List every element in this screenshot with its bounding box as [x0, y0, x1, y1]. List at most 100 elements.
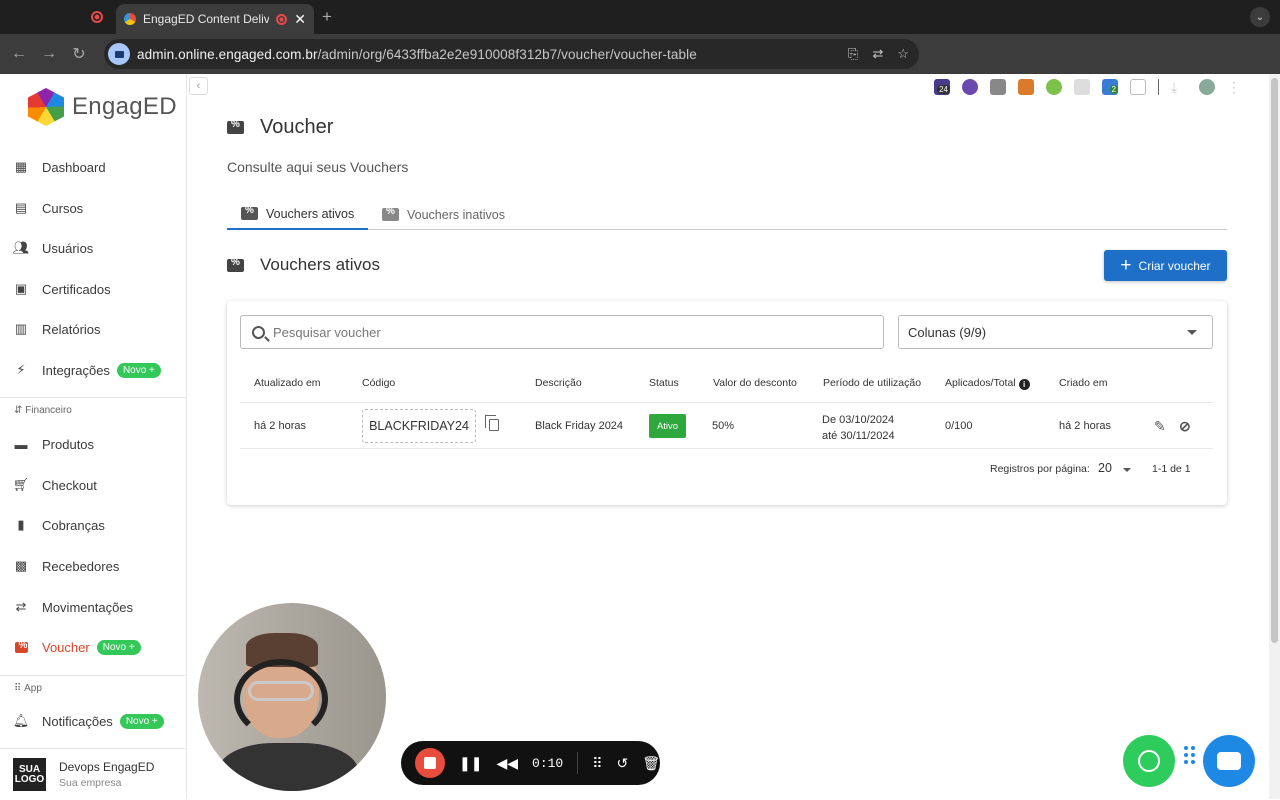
search-field[interactable] [240, 315, 884, 349]
record-icon [91, 11, 103, 23]
page-scrollbar[interactable] [1269, 74, 1280, 799]
voucher-icon [382, 206, 399, 221]
new-tab-button[interactable]: + [322, 7, 332, 27]
cell-created: há 2 horas [1059, 420, 1111, 432]
sidebar-item-checkout[interactable]: 🛒︎ Checkout [0, 465, 186, 505]
sidebar-item-integracoes[interactable]: ⚡︎ Integrações Novo + [0, 350, 186, 390]
tab-vouchers-ativos[interactable]: Vouchers ativos [227, 199, 369, 230]
info-icon[interactable]: i [1018, 379, 1030, 390]
page-title: Voucher [227, 116, 333, 139]
sidebar-item-movimentacoes[interactable]: ⇄ Movimentações [0, 587, 186, 627]
report-icon: ▥ [14, 321, 28, 336]
plus-icon: + [1120, 254, 1132, 276]
cell-discount: 50% [712, 420, 735, 432]
tab-search-button[interactable]: ⌄ [1250, 7, 1270, 27]
dashboard-icon: ▦ [14, 159, 28, 174]
address-bar[interactable]: admin.online.engaged.com.br/admin/org/64… [104, 39, 919, 69]
company-switcher[interactable]: SUA LOGO Devops EngagED Sua empresa [0, 748, 186, 800]
voucher-table-card: Colunas (9/9) Atualizado em Código Descr… [227, 301, 1227, 505]
create-voucher-button[interactable]: + Criar voucher [1104, 250, 1227, 281]
stop-recording-button[interactable] [415, 748, 445, 778]
column-header[interactable]: Atualizado em [254, 377, 321, 389]
recorder-divider [577, 752, 579, 774]
pagination-range: 1-1 de 1 [1152, 463, 1191, 475]
close-tab-icon[interactable]: ✕ [294, 11, 306, 28]
sidebar-item-certificados[interactable]: ▣ Certificados [0, 269, 186, 309]
whatsapp-button[interactable] [1123, 735, 1175, 787]
browser-tab-active[interactable]: EngagED Content Delivery ✕ [116, 4, 314, 34]
rows-per-page-label: Registros por página: [990, 463, 1090, 475]
voucher-tabs: Vouchers ativos Vouchers inativos [227, 199, 1227, 230]
reload-icon[interactable]: ↻ [64, 44, 94, 64]
sidebar-item-cursos[interactable]: ▤ Cursos [0, 188, 186, 228]
column-header[interactable]: Descrição [535, 377, 582, 389]
edit-icon[interactable]: ✎ [1154, 418, 1166, 435]
tab-vouchers-inativos[interactable]: Vouchers inativos [368, 199, 519, 230]
column-header-applied[interactable]: Aplicados/Total i [945, 377, 1030, 390]
section-label-app: ⠿ App [14, 683, 42, 694]
search-icon [252, 325, 265, 339]
section-title: Vouchers ativos [227, 255, 380, 275]
company-logo: SUA LOGO [13, 758, 46, 791]
column-header[interactable]: Criado em [1059, 377, 1107, 389]
recording-tab[interactable] [80, 6, 114, 28]
deactivate-voucher-icon[interactable]: ⊘ [1179, 418, 1191, 435]
bookmark-star-icon[interactable]: ☆ [897, 46, 909, 62]
company-name: Devops EngagED [59, 760, 155, 774]
dropdown-arrow-icon[interactable] [1123, 468, 1131, 472]
rows-per-page-select[interactable]: 20 [1098, 461, 1112, 475]
company-subtitle: Sua empresa [59, 777, 122, 789]
new-badge: Novo + [119, 713, 164, 729]
page-subtitle: Consulte aqui seus Vouchers [227, 159, 409, 175]
webcam-person-body [218, 743, 358, 791]
sidebar-item-cobrancas[interactable]: ▮ Cobranças [0, 505, 186, 545]
favicon-icon [124, 13, 136, 25]
forward-icon[interactable]: → [34, 45, 64, 63]
app-logo[interactable]: EngagED [28, 88, 177, 126]
recipient-icon: ▩ [14, 558, 28, 573]
back-icon[interactable]: ← [4, 45, 34, 63]
restart-icon[interactable]: ↺ [617, 755, 629, 772]
pause-icon[interactable]: ❚❚ [459, 755, 482, 772]
sidebar: EngagED ▦ Dashboard ▤ Cursos 👥︎ Usuários ▣ C… [0, 74, 187, 799]
sidebar-divider [0, 675, 186, 676]
sidebar-item-voucher[interactable]: Voucher Novo + [0, 627, 186, 667]
translate-icon[interactable]: ⇄ [872, 46, 883, 62]
sidebar-item-notificacoes[interactable]: 🔔︎ Notificações Novo + [0, 701, 186, 741]
install-icon[interactable]: ⎘ [848, 46, 858, 62]
new-badge: Novo + [116, 362, 161, 378]
whatsapp-icon [1138, 750, 1160, 772]
cell-description: Black Friday 2024 [535, 420, 624, 432]
webcam-overlay[interactable] [198, 603, 386, 791]
column-header[interactable]: Valor do desconto [713, 377, 797, 389]
columns-select[interactable]: Colunas (9/9) [898, 315, 1213, 349]
sidebar-item-recebedores[interactable]: ▩ Recebedores [0, 546, 186, 586]
column-header[interactable]: Status [649, 377, 679, 389]
trash-icon[interactable]: 🗑︎ [642, 755, 660, 772]
search-input[interactable] [273, 324, 853, 340]
logo-hexagon-icon [28, 88, 64, 126]
people-icon: 👥︎ [12, 240, 30, 255]
sidebar-item-usuarios[interactable]: 👥︎ Usuários [0, 228, 186, 268]
drag-handle-icon[interactable]: ⠿ [592, 755, 602, 772]
new-badge: Novo + [96, 639, 141, 655]
scrollbar-thumb[interactable] [1271, 78, 1278, 643]
voucher-code[interactable]: BLACKFRIDAY24 [362, 409, 476, 443]
chat-support-button[interactable] [1203, 735, 1255, 787]
copy-icon[interactable] [485, 415, 499, 431]
voucher-icon [227, 119, 244, 134]
widget-drag-handle[interactable] [1184, 746, 1195, 764]
sidebar-item-produtos[interactable]: ▬ Produtos [0, 424, 186, 464]
cart-icon: 🛒︎ [12, 477, 30, 492]
status-badge: Ativo [649, 414, 686, 438]
invoice-icon: ▮ [17, 517, 25, 532]
sidebar-item-dashboard[interactable]: ▦ Dashboard [0, 147, 186, 187]
site-info-icon[interactable] [108, 43, 130, 65]
recording-indicator-icon [276, 13, 288, 25]
column-header[interactable]: Código [362, 377, 395, 389]
cell-period: De 03/10/2024 até 30/11/2024 [822, 414, 895, 442]
rewind-icon[interactable]: ◀◀ [496, 755, 518, 772]
column-header[interactable]: Período de utilização [823, 377, 921, 389]
sidebar-divider [0, 397, 186, 398]
sidebar-item-relatorios[interactable]: ▥ Relatórios [0, 309, 186, 349]
